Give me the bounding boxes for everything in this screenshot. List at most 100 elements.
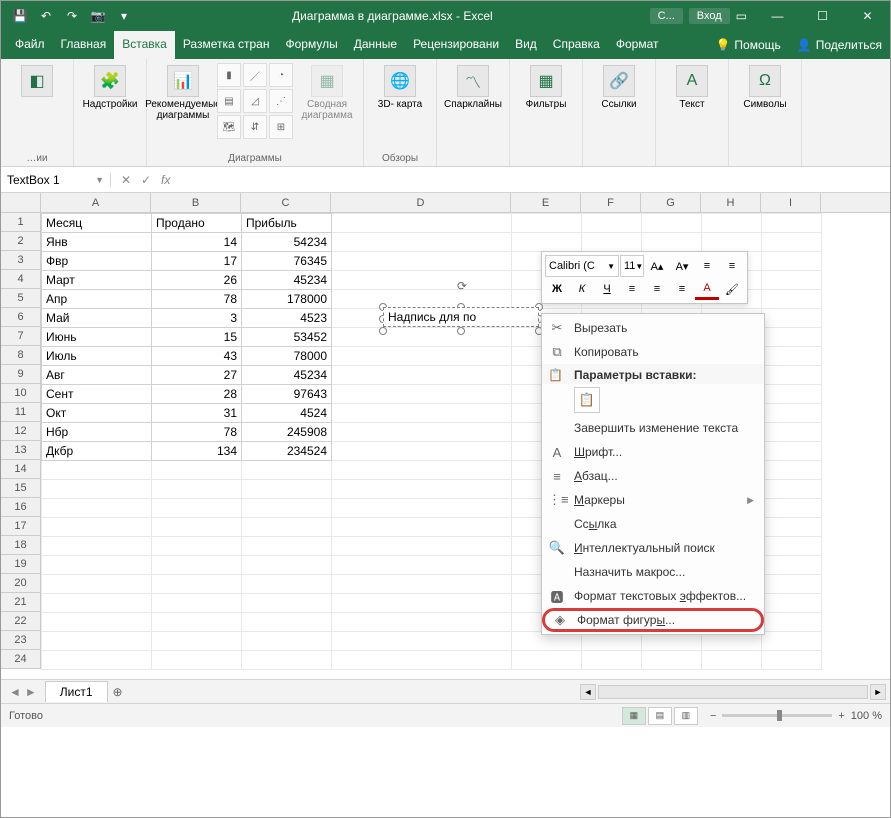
ctx-paragraph[interactable]: ≡Абзац... [542,464,764,488]
underline-button[interactable]: Ч [595,278,619,300]
col-header[interactable]: F [581,193,641,212]
font-color-button[interactable]: A [695,278,719,300]
fx-icon[interactable]: fx [161,173,176,187]
cell[interactable] [762,461,822,480]
cell[interactable] [642,214,702,233]
cell[interactable] [152,518,242,537]
tab-data[interactable]: Данные [346,31,405,59]
minimize-button[interactable]: — [755,1,800,31]
cell[interactable]: 26 [152,271,242,290]
close-button[interactable]: ✕ [845,1,890,31]
tab-home[interactable]: Главная [53,31,115,59]
paste-keep-text-icon[interactable]: 📋 [574,387,600,413]
select-all-corner[interactable] [1,193,41,213]
cell[interactable] [242,461,332,480]
cell[interactable] [152,651,242,670]
row-header[interactable]: 4 [1,270,41,289]
cell[interactable] [762,556,822,575]
col-header[interactable]: G [641,193,701,212]
chevron-down-icon[interactable]: ▼ [95,175,104,185]
cell[interactable] [332,461,512,480]
cell[interactable] [332,252,512,271]
zoom-out-button[interactable]: − [710,710,716,722]
cell[interactable] [762,632,822,651]
cell[interactable]: 15 [152,328,242,347]
cell[interactable] [582,233,642,252]
cell[interactable]: 45234 [242,366,332,385]
cell[interactable] [762,480,822,499]
cell[interactable] [762,594,822,613]
tab-page-layout[interactable]: Разметка стран [175,31,278,59]
ctx-copy[interactable]: ⧉Копировать [542,340,764,364]
cell[interactable]: 97643 [242,385,332,404]
sign-in-button[interactable]: Вход [689,8,730,24]
cell[interactable] [762,347,822,366]
cell[interactable]: 134 [152,442,242,461]
increase-indent-icon[interactable]: ≡ [720,255,744,277]
col-header[interactable]: I [761,193,821,212]
cell[interactable]: Сент [42,385,152,404]
scroll-right-icon[interactable]: ► [870,684,886,700]
cell[interactable] [152,575,242,594]
chart-scatter-icon[interactable]: ⋰ [269,89,293,113]
cell[interactable] [762,423,822,442]
cell[interactable]: 76345 [242,252,332,271]
cell[interactable] [332,271,512,290]
sheet-tab-active[interactable]: Лист1 [45,681,108,702]
cell[interactable] [242,537,332,556]
page-break-view-icon[interactable]: ▥ [674,707,698,725]
cell[interactable] [332,290,512,309]
cell[interactable] [152,461,242,480]
cell[interactable] [332,632,512,651]
cell[interactable] [762,575,822,594]
col-header[interactable]: H [701,193,761,212]
shrink-font-icon[interactable]: A▾ [670,255,694,277]
cell[interactable]: Продано [152,214,242,233]
cell[interactable] [242,632,332,651]
row-header[interactable]: 14 [1,460,41,479]
mini-font-size[interactable]: 11▼ [620,255,644,277]
cell[interactable]: Дкбр [42,442,152,461]
row-header[interactable]: 20 [1,574,41,593]
cell[interactable] [332,385,512,404]
chart-stock-icon[interactable]: ⇵ [243,115,267,139]
cell[interactable] [242,480,332,499]
row-header[interactable]: 2 [1,232,41,251]
cell[interactable] [762,214,822,233]
cell[interactable] [152,480,242,499]
cell[interactable]: 234524 [242,442,332,461]
row-header[interactable]: 18 [1,536,41,555]
cell[interactable] [332,575,512,594]
cell[interactable] [332,480,512,499]
col-header[interactable]: A [41,193,151,212]
name-box[interactable]: TextBox 1▼ [1,173,111,187]
row-header[interactable]: 12 [1,422,41,441]
cell[interactable] [332,214,512,233]
cell[interactable] [42,613,152,632]
cell[interactable] [332,366,512,385]
cell[interactable] [332,423,512,442]
align-right-icon[interactable]: ≡ [670,278,694,300]
row-header[interactable]: 24 [1,650,41,669]
align-left-icon[interactable]: ≡ [620,278,644,300]
camera-icon[interactable]: 📷 [87,5,109,27]
resize-handle[interactable] [457,327,465,335]
cell[interactable] [762,233,822,252]
cell[interactable]: Апр [42,290,152,309]
cell[interactable]: 78000 [242,347,332,366]
ctx-cut[interactable]: ✂Вырезать [542,316,764,340]
col-header[interactable]: C [241,193,331,212]
save-icon[interactable]: 💾 [9,5,31,27]
cell[interactable]: Нбр [42,423,152,442]
row-header[interactable]: 19 [1,555,41,574]
tab-format[interactable]: Формат [608,31,667,59]
chart-bar-icon[interactable]: ▤ [217,89,241,113]
cell[interactable] [702,651,762,670]
cell[interactable] [42,518,152,537]
cell[interactable] [642,651,702,670]
cell[interactable]: 53452 [242,328,332,347]
zoom-level[interactable]: 100 % [851,710,882,722]
row-header[interactable]: 17 [1,517,41,536]
cell[interactable] [152,556,242,575]
row-header[interactable]: 6 [1,308,41,327]
